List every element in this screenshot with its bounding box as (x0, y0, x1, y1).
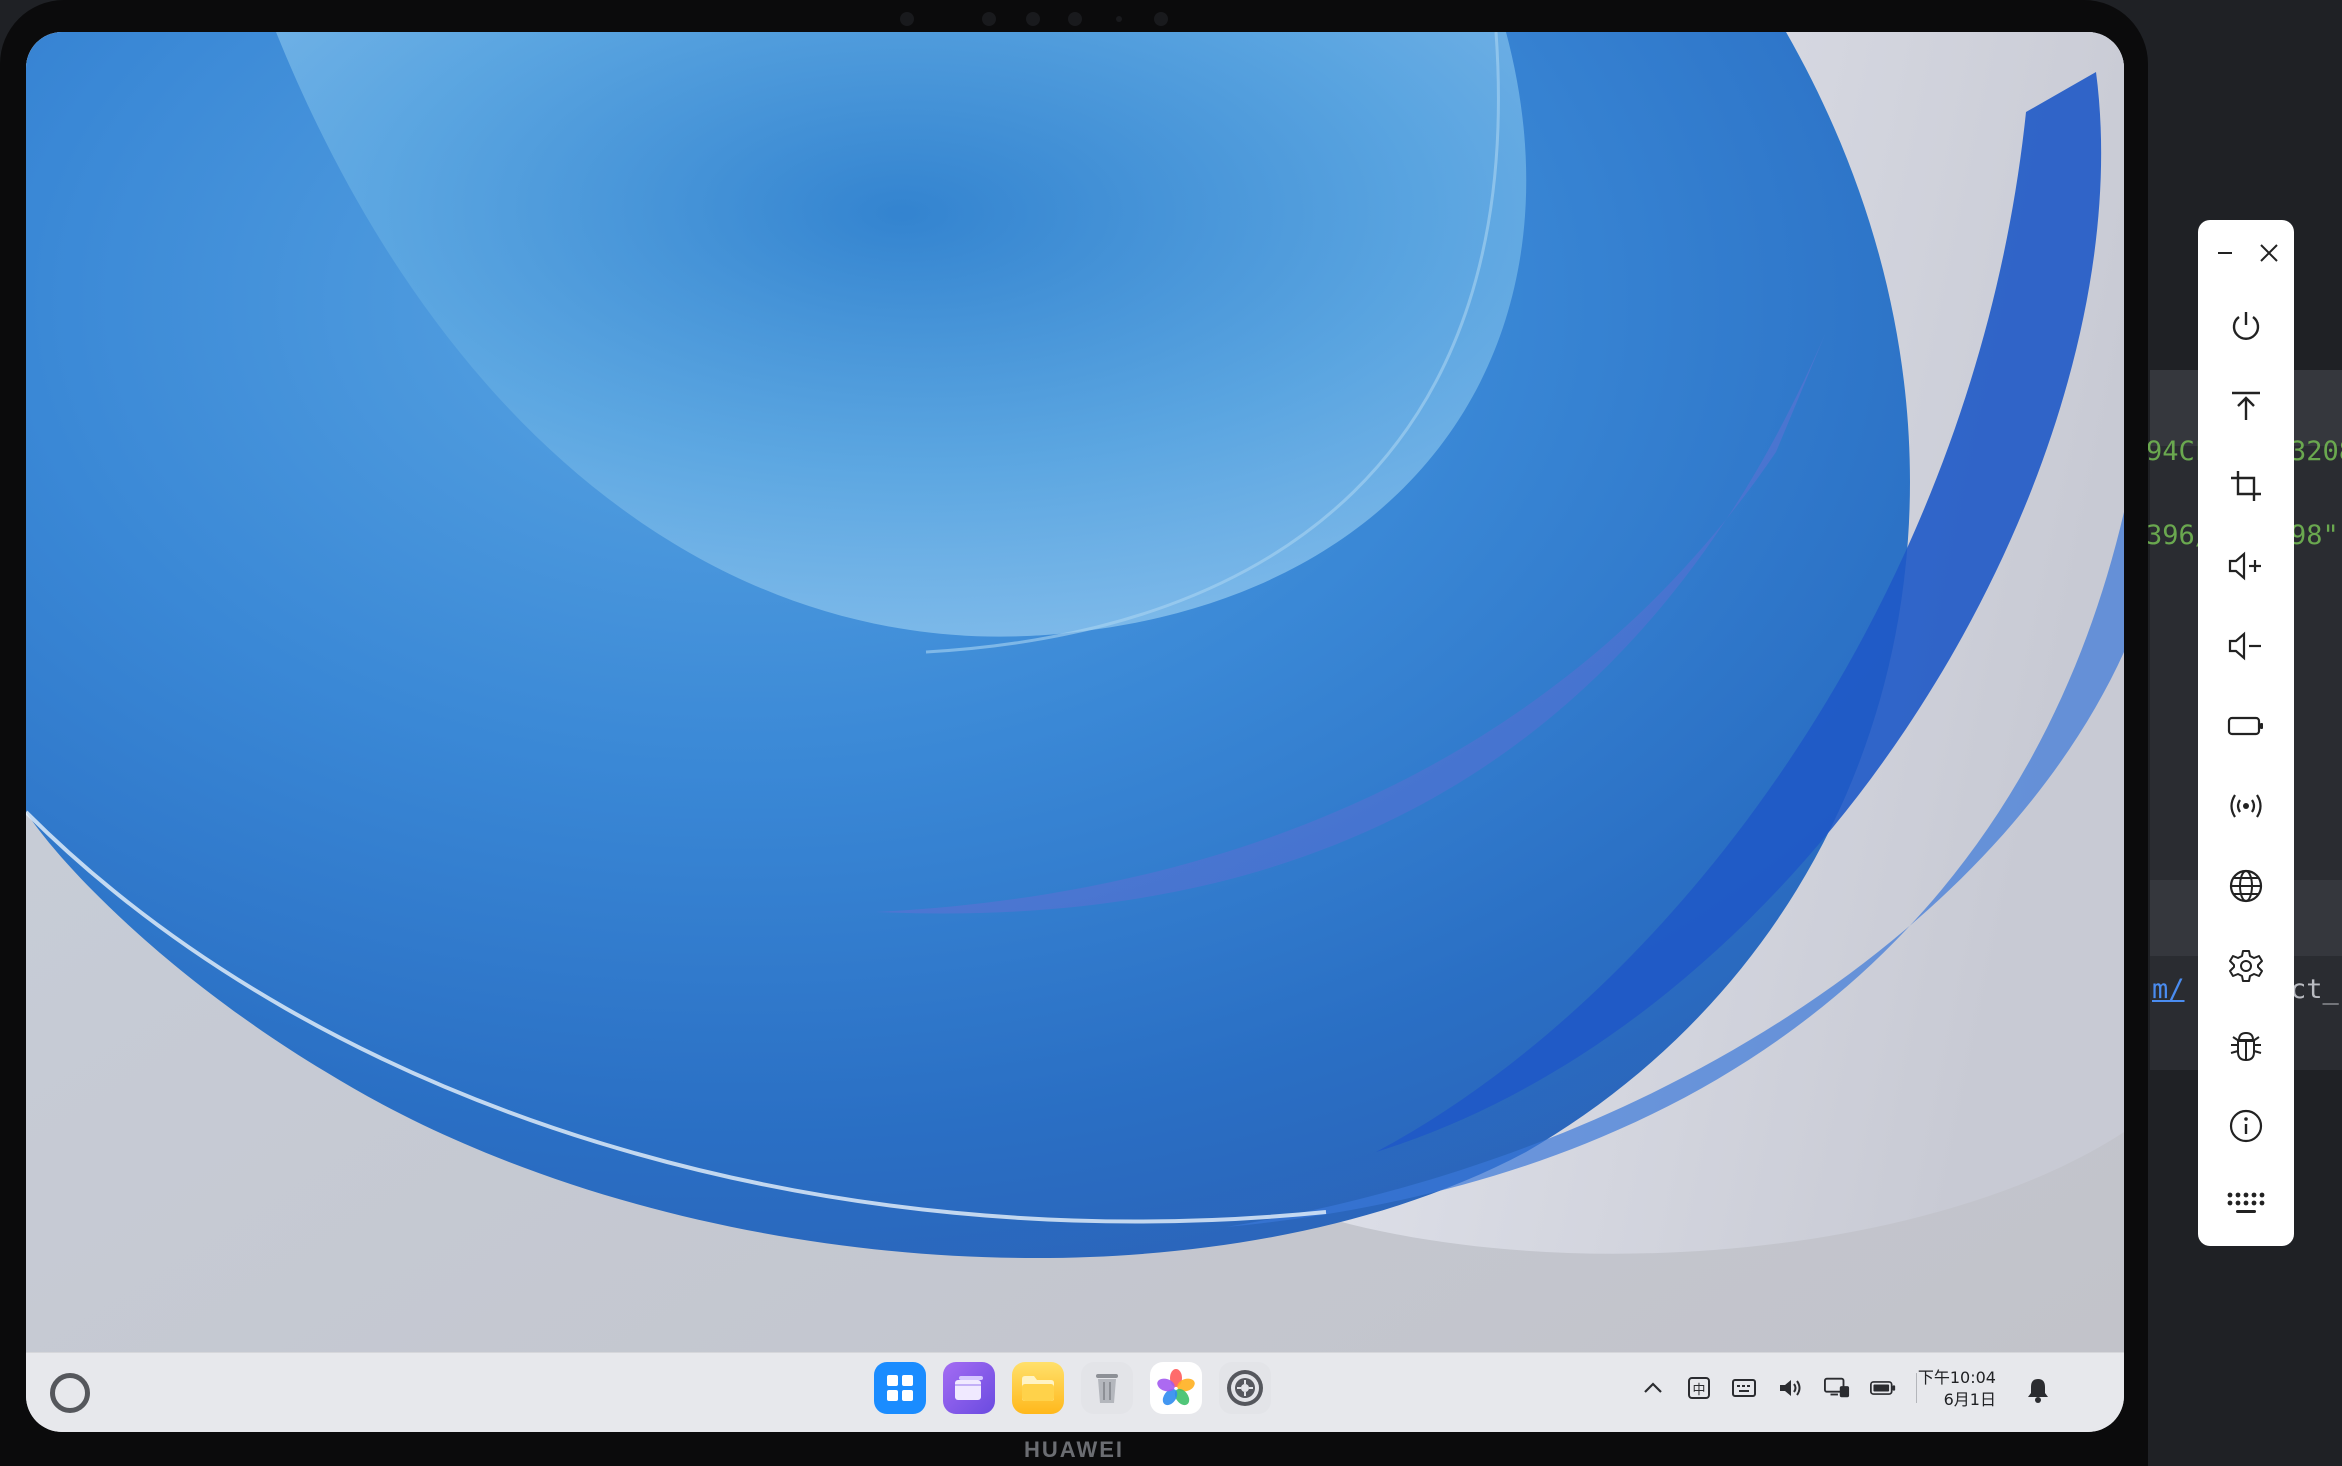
sensor-dot (1116, 16, 1122, 22)
crop-icon[interactable] (2226, 466, 2266, 506)
clock-time: 下午10:04 (1917, 1368, 1996, 1387)
flower-icon (1157, 1369, 1195, 1406)
editor-text-2: 3208 (2290, 436, 2342, 467)
editor-text-6: ct_ (2290, 974, 2339, 1005)
upload-icon[interactable] (2226, 386, 2266, 426)
folder-icon (1022, 1376, 1054, 1401)
files-button[interactable] (1012, 1362, 1064, 1414)
trash-icon (1096, 1374, 1118, 1403)
display-icon[interactable] (1824, 1375, 1850, 1401)
sensor-dot (1026, 12, 1040, 26)
sensor-dot (1154, 12, 1168, 26)
battery-icon[interactable] (1870, 1375, 1896, 1401)
battery-outline-icon[interactable] (2226, 706, 2266, 746)
device-brand-label: HUAWEI (1024, 1437, 1124, 1462)
grid-icon (887, 1375, 913, 1401)
minimize-icon[interactable] (2216, 244, 2234, 262)
editor-text-4: 98", (2290, 520, 2342, 551)
windows-icon (955, 1376, 983, 1400)
globe-icon[interactable] (2226, 866, 2266, 906)
input-method-label: 中 (1688, 1377, 1710, 1399)
multi-window-button[interactable] (943, 1362, 995, 1414)
broadcast-icon[interactable] (2226, 786, 2266, 826)
camera-dot (1068, 12, 1082, 26)
trash-button[interactable] (1081, 1362, 1133, 1414)
desktop-wallpaper (26, 32, 2124, 1352)
sensor-dot (982, 12, 996, 26)
editor-link[interactable]: m/ (2152, 974, 2185, 1005)
chevron-up-icon[interactable] (1640, 1375, 1666, 1401)
input-method-button[interactable]: 中 (1686, 1375, 1712, 1401)
close-icon[interactable] (2258, 242, 2280, 264)
sensor-dot (900, 12, 914, 26)
power-icon[interactable] (2226, 306, 2266, 346)
gear-icon (1227, 1370, 1263, 1406)
panel-header (2198, 238, 2294, 268)
dock (874, 1362, 1271, 1414)
volume-down-icon[interactable] (2226, 626, 2266, 666)
speaker-icon[interactable] (1778, 1375, 1804, 1401)
taskbar: 中 下午10:04 6月1日 (26, 1352, 2124, 1432)
system-tray: 中 (1640, 1373, 1917, 1403)
settings-icon[interactable] (2226, 946, 2266, 986)
keyboard-icon[interactable] (1732, 1375, 1758, 1401)
info-icon[interactable] (2226, 1106, 2266, 1146)
app-launcher-button[interactable] (874, 1362, 926, 1414)
volume-up-icon[interactable] (2226, 546, 2266, 586)
notification-bell-icon[interactable] (2026, 1376, 2050, 1404)
tablet-screen: 中 下午10:04 6月1日 (26, 32, 2124, 1432)
tablet-frame: 中 下午10:04 6月1日 HUAWEI (0, 0, 2148, 1466)
clock[interactable]: 下午10:04 6月1日 (1910, 1367, 1996, 1411)
clock-date: 6月1日 (1943, 1390, 1996, 1409)
emulator-control-panel (2198, 220, 2294, 1246)
settings-app-button[interactable] (1219, 1362, 1271, 1414)
gallery-button[interactable] (1150, 1362, 1202, 1414)
start-button[interactable] (50, 1373, 90, 1413)
bug-icon[interactable] (2226, 1026, 2266, 1066)
keyboard-grid-icon[interactable] (2226, 1186, 2266, 1226)
